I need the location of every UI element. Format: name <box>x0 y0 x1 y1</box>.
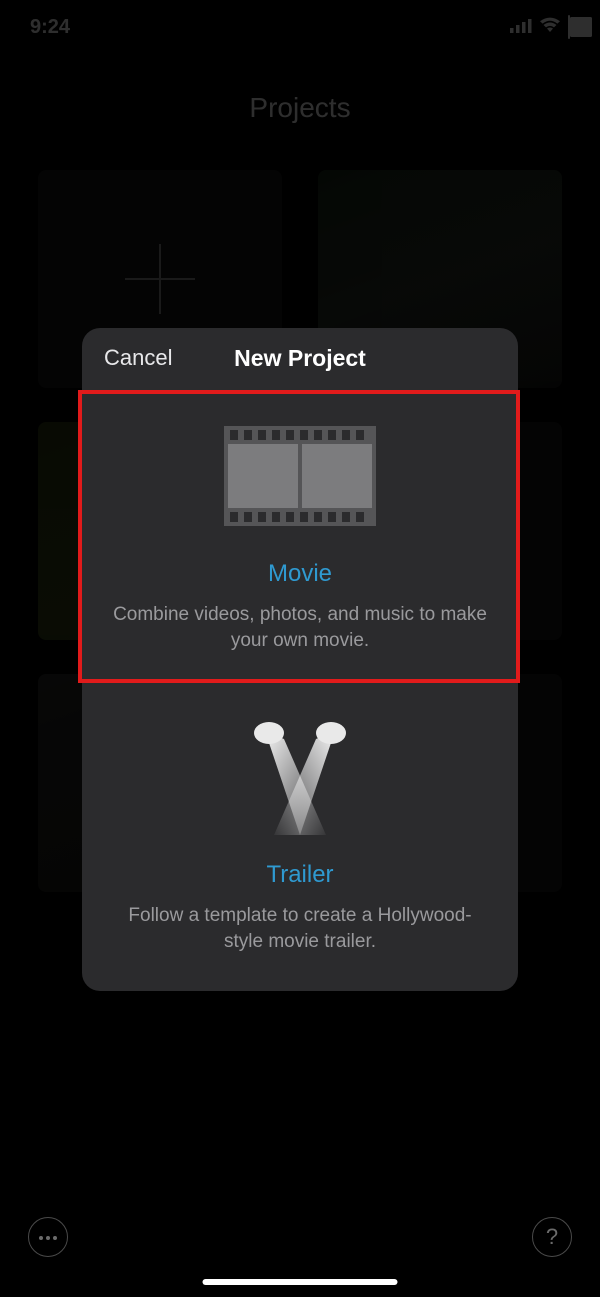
movie-option-title: Movie <box>110 560 490 588</box>
movie-option[interactable]: Movie Combine videos, photos, and music … <box>82 388 518 689</box>
more-icon <box>38 1228 58 1246</box>
battery-icon <box>568 16 570 39</box>
question-icon: ? <box>546 1224 558 1250</box>
movie-option-description: Combine videos, photos, and music to mak… <box>110 602 490 653</box>
status-time: 9:24 <box>30 16 70 39</box>
filmstrip-icon <box>110 418 490 534</box>
trailer-option-description: Follow a template to create a Hollywood-… <box>110 903 490 954</box>
trailer-option[interactable]: Trailer Follow a template to create a Ho… <box>82 689 518 990</box>
sheet-title: New Project <box>234 345 366 372</box>
bottom-toolbar: ? <box>0 1201 600 1273</box>
cancel-button[interactable]: Cancel <box>104 328 172 388</box>
plus-icon <box>119 238 201 320</box>
status-bar: 9:24 <box>0 0 600 54</box>
sheet-header: Cancel New Project <box>82 328 518 388</box>
more-button[interactable] <box>28 1217 68 1257</box>
cellular-icon <box>510 16 532 39</box>
page-title: Projects <box>0 92 600 124</box>
home-indicator[interactable] <box>203 1279 398 1285</box>
trailer-option-title: Trailer <box>110 861 490 889</box>
help-button[interactable]: ? <box>532 1217 572 1257</box>
new-project-sheet: Cancel New Project Movie Combine videos,… <box>82 328 518 991</box>
spotlights-icon <box>110 719 490 835</box>
wifi-icon <box>540 16 560 39</box>
